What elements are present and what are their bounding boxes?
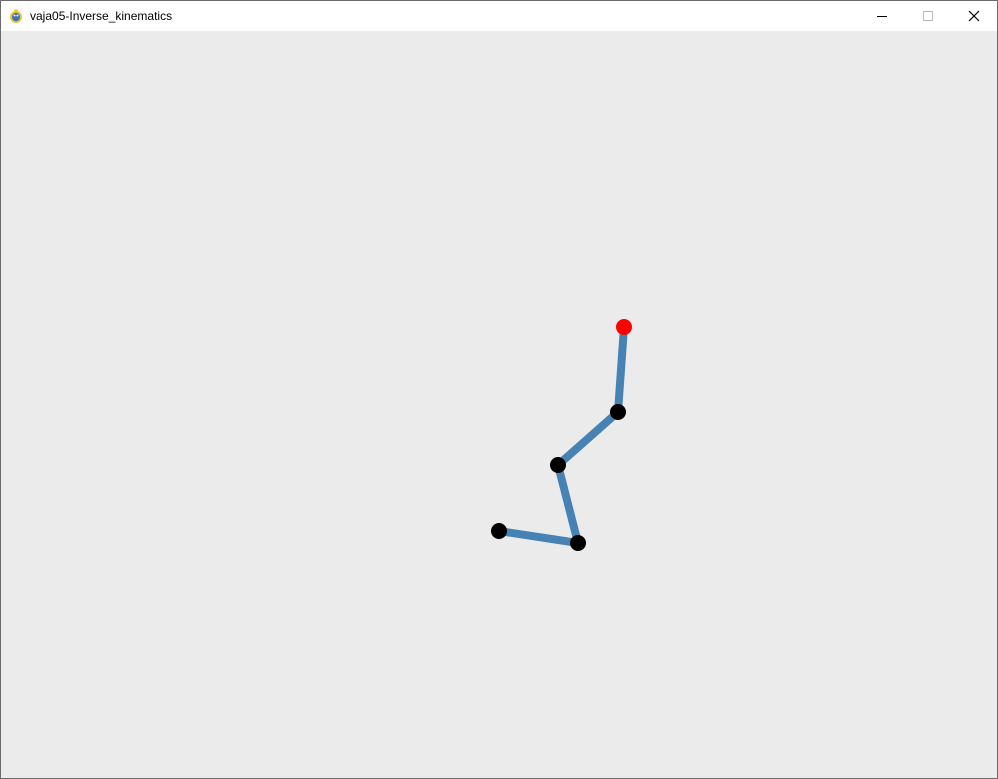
arm-segments (498, 326, 628, 547)
close-icon (968, 10, 980, 22)
arm-segment (554, 464, 582, 544)
close-button[interactable] (951, 1, 997, 31)
arm-segment (555, 409, 621, 468)
pygame-icon (8, 8, 24, 24)
base-joint[interactable] (491, 523, 507, 539)
arm-segment (614, 326, 628, 413)
app-window: vaja05-Inverse_kinematics (0, 0, 998, 779)
window-title: vaja05-Inverse_kinematics (30, 9, 173, 23)
arm-joints (491, 319, 632, 551)
joint[interactable] (550, 457, 566, 473)
joint[interactable] (610, 404, 626, 420)
minimize-icon (877, 16, 887, 17)
title-bar[interactable]: vaja05-Inverse_kinematics (1, 1, 997, 31)
simulation-canvas[interactable] (1, 31, 997, 778)
joint[interactable] (570, 535, 586, 551)
window-controls (859, 1, 997, 31)
end-effector-target[interactable] (616, 319, 632, 335)
arm-segment (498, 527, 579, 547)
minimize-button[interactable] (859, 1, 905, 31)
maximize-icon (923, 11, 933, 21)
kinematic-arm-scene (491, 319, 632, 551)
maximize-button[interactable] (905, 1, 951, 31)
